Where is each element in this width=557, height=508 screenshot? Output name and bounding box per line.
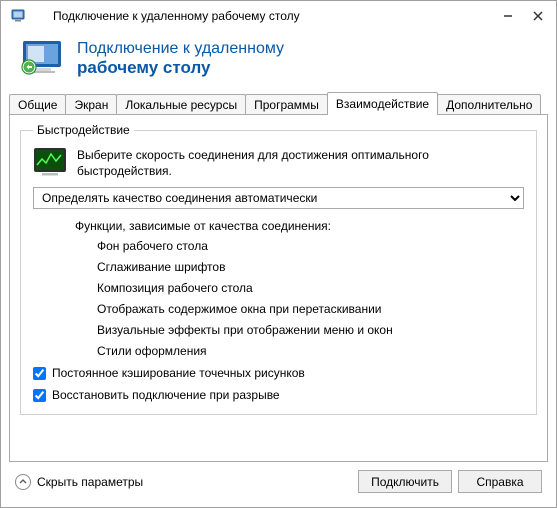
header-title: Подключение к удаленному рабочему столу [77,39,284,79]
tab-experience[interactable]: Взаимодействие [327,92,438,115]
reconnect-checkbox[interactable] [33,389,46,402]
cache-bitmaps-checkbox[interactable] [33,367,46,380]
reconnect-label: Восстановить подключение при разрыве [52,388,280,402]
close-button[interactable] [524,6,552,26]
header-line1: Подключение к удаленному [77,40,284,57]
instruction-text: Выберите скорость соединения для достиже… [77,147,524,179]
cache-bitmaps-row[interactable]: Постоянное кэширование точечных рисунков [33,366,524,380]
feature-item: Стили оформления [97,344,524,358]
hide-options-label: Скрыть параметры [37,475,143,489]
performance-legend: Быстродействие [33,123,134,137]
tab-panel-experience: Быстродействие Выберите скорость соедине… [9,114,548,462]
chevron-up-icon [15,474,31,490]
feature-item: Отображать содержимое окна при перетаски… [97,302,524,316]
tab-display[interactable]: Экран [65,94,117,115]
tab-general[interactable]: Общие [9,94,66,115]
feature-item: Фон рабочего стола [97,239,524,253]
tabstrip: Общие Экран Локальные ресурсы Программы … [1,91,556,115]
rdc-window: Подключение к удаленному рабочему столу [0,0,557,508]
app-icon [9,6,29,26]
header: Подключение к удаленному рабочему столу [1,31,556,85]
feature-item: Визуальные эффекты при отображении меню … [97,323,524,337]
features-list: Фон рабочего стола Сглаживание шрифтов К… [97,239,524,358]
features-label: Функции, зависимые от качества соединени… [75,219,524,233]
rdc-logo-icon [19,39,67,79]
help-button[interactable]: Справка [458,470,542,493]
titlebar: Подключение к удаленному рабочему столу [1,1,556,31]
connect-button[interactable]: Подключить [358,470,452,493]
minimize-button[interactable] [494,6,522,26]
feature-item: Композиция рабочего стола [97,281,524,295]
reconnect-row[interactable]: Восстановить подключение при разрыве [33,388,524,402]
tab-local-resources[interactable]: Локальные ресурсы [116,94,246,115]
hide-options-toggle[interactable]: Скрыть параметры [15,474,143,490]
bottom-bar: Скрыть параметры Подключить Справка [1,462,556,507]
connection-speed-combo[interactable]: Определять качество соединения автоматич… [33,187,524,209]
cache-bitmaps-label: Постоянное кэширование точечных рисунков [52,366,305,380]
performance-group: Быстродействие Выберите скорость соедине… [20,123,537,415]
header-line2: рабочему столу [77,58,210,77]
performance-icon [33,147,67,177]
instruction-row: Выберите скорость соединения для достиже… [33,147,524,179]
tab-programs[interactable]: Программы [245,94,328,115]
window-title: Подключение к удаленному рабочему столу [29,9,492,23]
tab-advanced[interactable]: Дополнительно [437,94,541,115]
feature-item: Сглаживание шрифтов [97,260,524,274]
